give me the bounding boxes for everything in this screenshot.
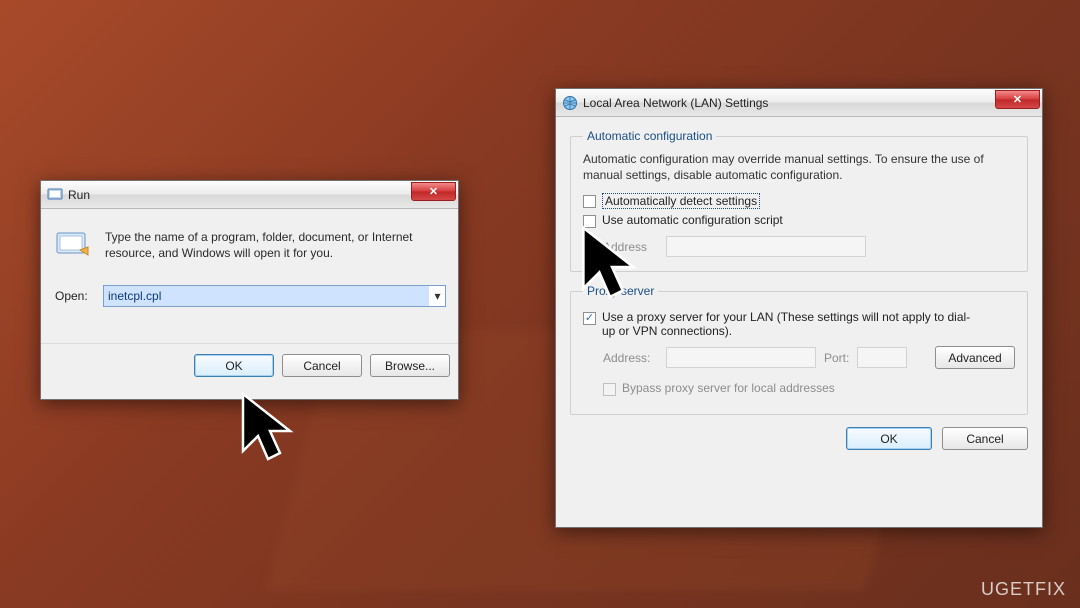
lan-title: Local Area Network (LAN) Settings	[583, 96, 768, 110]
dropdown-icon[interactable]: ▾	[429, 286, 445, 306]
proxy-server-group: Proxy server Use a proxy server for your…	[570, 284, 1028, 415]
lan-cancel-button[interactable]: Cancel	[942, 427, 1028, 450]
watermark: UGETFIX	[981, 579, 1066, 600]
cancel-button[interactable]: Cancel	[282, 354, 362, 377]
proxy-group-label: Proxy server	[583, 284, 658, 298]
run-titlebar[interactable]: Run ✕	[41, 181, 458, 209]
open-input[interactable]	[104, 286, 429, 306]
run-dialog: Run ✕ Type the name of a program, folder…	[40, 180, 459, 400]
run-description: Type the name of a program, folder, docu…	[105, 227, 425, 263]
auto-detect-label: Automatically detect settings	[602, 193, 760, 209]
script-address-label: Address	[603, 240, 658, 254]
bypass-label: Bypass proxy server for local addresses	[622, 381, 835, 395]
lan-settings-dialog: Local Area Network (LAN) Settings ✕ Auto…	[555, 88, 1043, 528]
auto-detect-checkbox[interactable]	[583, 195, 596, 208]
proxy-use-checkbox[interactable]	[583, 312, 596, 325]
run-app-icon	[47, 187, 63, 203]
proxy-use-label: Use a proxy server for your LAN (These s…	[602, 310, 982, 338]
bypass-row[interactable]: Bypass proxy server for local addresses	[583, 381, 1015, 396]
auto-script-row[interactable]: Use automatic configuration script	[583, 213, 1015, 228]
script-address-input	[666, 236, 866, 257]
auto-detect-row[interactable]: Automatically detect settings	[583, 193, 1015, 209]
run-large-icon	[55, 227, 91, 263]
advanced-button[interactable]: Advanced	[935, 346, 1015, 369]
auto-script-label: Use automatic configuration script	[602, 213, 783, 227]
open-combobox[interactable]: ▾	[103, 285, 446, 307]
run-title: Run	[68, 188, 90, 202]
lan-titlebar[interactable]: Local Area Network (LAN) Settings ✕	[556, 89, 1042, 117]
run-close-button[interactable]: ✕	[411, 182, 456, 201]
proxy-port-input	[857, 347, 907, 368]
browse-button[interactable]: Browse...	[370, 354, 450, 377]
proxy-address-label: Address:	[603, 351, 658, 365]
open-label: Open:	[55, 289, 103, 303]
lan-close-button[interactable]: ✕	[995, 90, 1040, 109]
proxy-port-label: Port:	[824, 351, 849, 365]
proxy-address-input	[666, 347, 816, 368]
bypass-checkbox[interactable]	[603, 383, 616, 396]
auto-group-label: Automatic configuration	[583, 129, 716, 143]
cursor-icon	[238, 389, 298, 472]
proxy-use-row[interactable]: Use a proxy server for your LAN (These s…	[583, 310, 1015, 338]
close-icon: ✕	[1013, 93, 1022, 106]
ok-button[interactable]: OK	[194, 354, 274, 377]
automatic-configuration-group: Automatic configuration Automatic config…	[570, 129, 1028, 272]
lan-ok-button[interactable]: OK	[846, 427, 932, 450]
globe-icon	[562, 95, 578, 111]
close-icon: ✕	[429, 185, 438, 198]
auto-group-description: Automatic configuration may override man…	[583, 151, 1015, 183]
auto-script-checkbox[interactable]	[583, 215, 596, 228]
